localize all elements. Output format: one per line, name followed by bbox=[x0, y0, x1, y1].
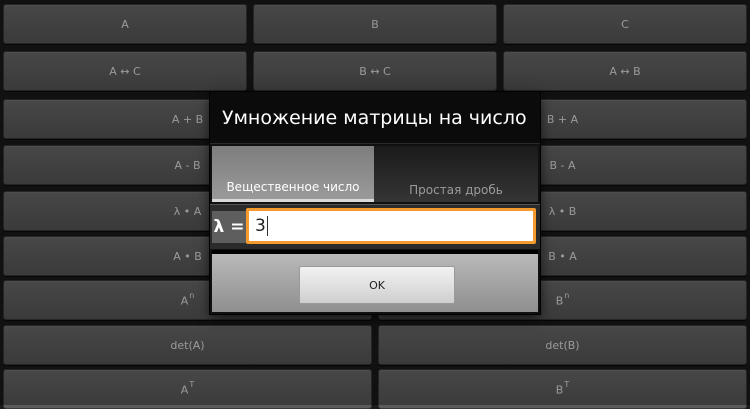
lambda-label: λ = bbox=[212, 211, 246, 243]
lambda-value-input[interactable]: 3 bbox=[246, 208, 536, 244]
tab-simple-fraction-label: Простая дробь bbox=[409, 183, 503, 197]
dialog-button-bar: OK bbox=[212, 254, 538, 312]
lambda-input-row: λ = 3 bbox=[210, 204, 540, 249]
dialog-title: Умножение матрицы на число bbox=[210, 92, 540, 144]
ok-button[interactable]: OK bbox=[299, 266, 455, 304]
tab-simple-fraction[interactable]: Простая дробь bbox=[374, 146, 538, 202]
text-cursor bbox=[266, 216, 268, 236]
ok-button-label: OK bbox=[369, 278, 385, 292]
lambda-value-text: 3 bbox=[255, 216, 266, 236]
tab-real-number[interactable]: Вещественное число bbox=[212, 146, 374, 202]
multiply-by-scalar-dialog: Умножение матрицы на число Вещественное … bbox=[210, 92, 540, 314]
tab-real-number-label: Вещественное число bbox=[226, 180, 360, 194]
